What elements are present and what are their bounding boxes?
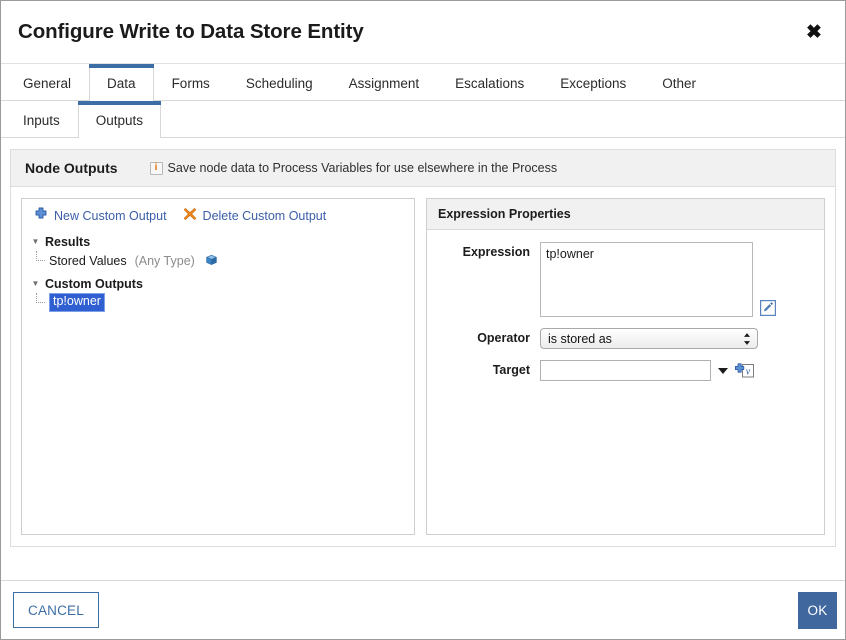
- delete-custom-output-label: Delete Custom Output: [203, 209, 327, 223]
- expression-properties-pane: Expression Properties Expression: [426, 198, 825, 535]
- chevron-down-icon[interactable]: ▼: [30, 280, 41, 288]
- dialog-footer: CANCEL OK: [1, 580, 845, 639]
- new-custom-output-button[interactable]: New Custom Output: [34, 207, 167, 224]
- target-input[interactable]: [540, 360, 711, 381]
- tree-elbow-icon: [32, 296, 45, 309]
- tree-item-type: (Any Type): [135, 254, 195, 268]
- tab-forms[interactable]: Forms: [154, 64, 228, 101]
- expression-properties-title: Expression Properties: [438, 207, 571, 221]
- operator-row: Operator is stored as: [427, 328, 812, 349]
- outputs-tree: ▼ Results Stored Values (Any Type): [22, 230, 414, 312]
- node-outputs-section: Node Outputs i Save node data to Process…: [10, 149, 836, 547]
- section-title: Node Outputs: [25, 160, 118, 176]
- chevron-down-icon[interactable]: [718, 368, 728, 374]
- node-outputs-header: Node Outputs i Save node data to Process…: [11, 150, 835, 187]
- new-custom-output-label: New Custom Output: [54, 209, 167, 223]
- configure-dialog: Configure Write to Data Store Entity ✖ G…: [0, 0, 846, 640]
- tree-item-stored-values[interactable]: Stored Values (Any Type): [28, 251, 414, 270]
- tree-group-label: Custom Outputs: [45, 277, 143, 291]
- tree-group-results[interactable]: ▼ Results: [28, 232, 414, 251]
- hint-row: i Save node data to Process Variables fo…: [150, 161, 558, 175]
- tree-item-label: Stored Values: [49, 254, 127, 268]
- hint-text: Save node data to Process Variables for …: [168, 161, 558, 175]
- add-variable-icon[interactable]: v: [735, 363, 755, 379]
- operator-label: Operator: [427, 328, 540, 349]
- info-icon: i: [150, 162, 163, 175]
- tree-item-tp-owner[interactable]: tp!owner: [28, 293, 414, 312]
- target-label: Target: [427, 360, 540, 381]
- expression-form: Expression: [427, 230, 824, 392]
- tree-item-label-selected: tp!owner: [49, 293, 105, 311]
- ok-button[interactable]: OK: [798, 592, 837, 629]
- close-icon[interactable]: ✖: [801, 19, 827, 45]
- operator-select[interactable]: is stored as: [540, 328, 758, 349]
- delete-custom-output-button[interactable]: Delete Custom Output: [183, 207, 327, 224]
- tree-toolbar: New Custom Output Delete Custom Output: [22, 199, 414, 230]
- tree-group-custom-outputs[interactable]: ▼ Custom Outputs: [28, 274, 414, 293]
- chevron-down-icon[interactable]: ▼: [30, 238, 41, 246]
- primary-tab-bar: General Data Forms Scheduling Assignment…: [1, 64, 845, 101]
- dialog-titlebar: Configure Write to Data Store Entity ✖: [1, 1, 845, 64]
- edit-pencil-icon[interactable]: [760, 300, 776, 316]
- cancel-button[interactable]: CANCEL: [13, 592, 99, 628]
- tab-general[interactable]: General: [5, 64, 89, 101]
- svg-text:v: v: [746, 367, 751, 378]
- outputs-tree-pane: New Custom Output Delete Custom Output: [21, 198, 415, 535]
- tab-inputs[interactable]: Inputs: [5, 101, 78, 138]
- dialog-body: Node Outputs i Save node data to Process…: [1, 138, 845, 580]
- tab-assignment[interactable]: Assignment: [331, 64, 438, 101]
- tree-group-label: Results: [45, 235, 90, 249]
- cube-icon: [205, 254, 218, 267]
- target-row: Target v: [427, 360, 812, 381]
- delete-x-icon: [183, 207, 197, 224]
- page-title: Configure Write to Data Store Entity: [18, 20, 801, 44]
- secondary-tab-bar: Inputs Outputs: [1, 101, 845, 138]
- tab-outputs[interactable]: Outputs: [78, 101, 161, 138]
- plus-icon: [34, 207, 48, 224]
- expression-input[interactable]: [540, 242, 753, 317]
- expression-label: Expression: [427, 242, 540, 317]
- tab-scheduling[interactable]: Scheduling: [228, 64, 331, 101]
- panes-container: New Custom Output Delete Custom Output: [11, 187, 835, 546]
- expression-properties-header: Expression Properties: [427, 199, 824, 230]
- tree-elbow-icon: [32, 254, 45, 267]
- tab-data[interactable]: Data: [89, 64, 154, 101]
- tab-escalations[interactable]: Escalations: [437, 64, 542, 101]
- expression-row: Expression: [427, 242, 812, 317]
- tab-exceptions[interactable]: Exceptions: [542, 64, 644, 101]
- tab-other[interactable]: Other: [644, 64, 714, 101]
